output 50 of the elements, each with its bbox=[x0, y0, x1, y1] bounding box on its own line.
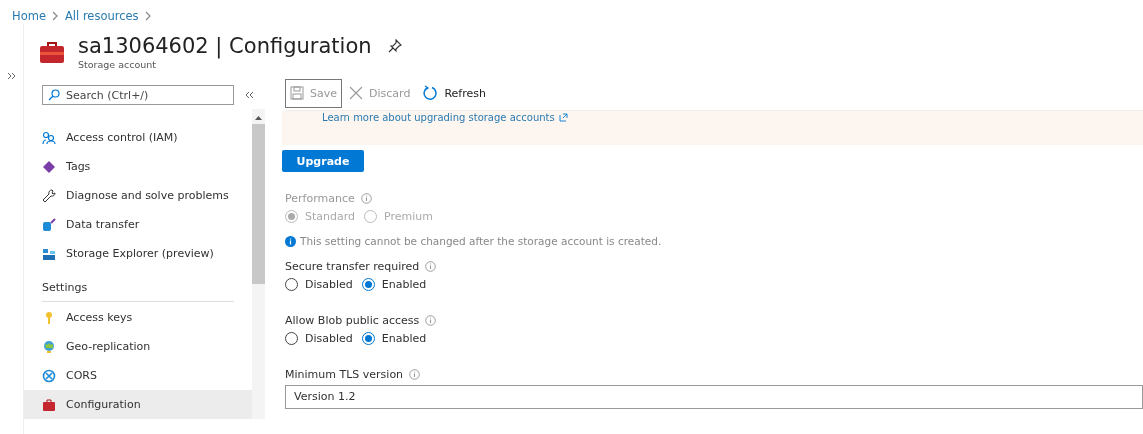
close-icon bbox=[349, 86, 363, 100]
page-title: sa13064602 | Configuration bbox=[78, 34, 372, 58]
menu-item[interactable]: Access keys bbox=[24, 303, 252, 332]
breadcrumb-link[interactable]: All resources bbox=[64, 8, 139, 23]
chevron-icon bbox=[51, 10, 59, 21]
case-icon bbox=[42, 397, 56, 412]
info-icon bbox=[285, 235, 296, 247]
field-label: Performance bbox=[285, 191, 355, 205]
breadcrumb-link[interactable]: Home bbox=[12, 8, 46, 23]
tag-icon bbox=[42, 159, 56, 174]
info-icon[interactable] bbox=[425, 314, 437, 326]
pin-icon[interactable] bbox=[387, 39, 402, 53]
refresh-icon bbox=[422, 85, 439, 101]
scroll-up-icon[interactable] bbox=[255, 115, 262, 120]
people-icon bbox=[42, 130, 56, 145]
tls-version-dropdown[interactable]: Version 1.2 bbox=[285, 385, 1143, 409]
globe-icon bbox=[42, 339, 56, 354]
field-label: Allow Blob public access bbox=[285, 313, 420, 327]
info-note: This setting cannot be changed after the storage account is created. bbox=[300, 235, 662, 247]
menu-item[interactable]: Diagnose and solve problems bbox=[24, 181, 252, 210]
save-icon bbox=[290, 86, 304, 100]
field-label: Secure transfer required bbox=[285, 259, 420, 273]
scrollbar-thumb[interactable] bbox=[252, 124, 265, 284]
search-icon bbox=[48, 89, 60, 101]
search-field[interactable]: Search (Ctrl+/) bbox=[42, 85, 234, 105]
info-icon[interactable] bbox=[409, 368, 421, 380]
menu-item[interactable]: Configuration bbox=[24, 390, 252, 419]
field-label: Minimum TLS version bbox=[285, 367, 404, 381]
chevron-icon bbox=[144, 10, 152, 21]
refresh-button[interactable]: Refresh bbox=[417, 78, 491, 108]
info-icon[interactable] bbox=[425, 260, 437, 272]
radio-option[interactable]: Enabled bbox=[361, 277, 427, 291]
menu-item[interactable]: Geo-replication bbox=[24, 332, 252, 361]
section-heading: Settings bbox=[42, 268, 234, 302]
menu-item[interactable]: Tags bbox=[24, 152, 252, 181]
menu-item[interactable]: Storage Explorer (preview) bbox=[24, 239, 252, 268]
upgrade-button[interactable]: Upgrade bbox=[282, 150, 364, 172]
wrench-icon bbox=[42, 188, 56, 203]
toolbox-icon bbox=[39, 40, 65, 64]
external-link-icon bbox=[558, 113, 568, 122]
menu-item[interactable]: Access control (IAM) bbox=[24, 123, 252, 152]
page-subtitle: Storage account bbox=[78, 59, 158, 70]
menu-item[interactable]: Data transfer bbox=[24, 210, 252, 239]
radio-option[interactable]: Enabled bbox=[361, 331, 427, 345]
radio-option[interactable]: Disabled bbox=[285, 331, 353, 345]
collapse-icon[interactable] bbox=[245, 91, 255, 99]
learn-more-link[interactable]: Learn more about upgrading storage accounts bbox=[322, 111, 568, 123]
radio-option[interactable]: Disabled bbox=[285, 277, 353, 291]
expand-icon[interactable] bbox=[7, 72, 17, 80]
menu-item[interactable]: CORS bbox=[24, 361, 252, 390]
